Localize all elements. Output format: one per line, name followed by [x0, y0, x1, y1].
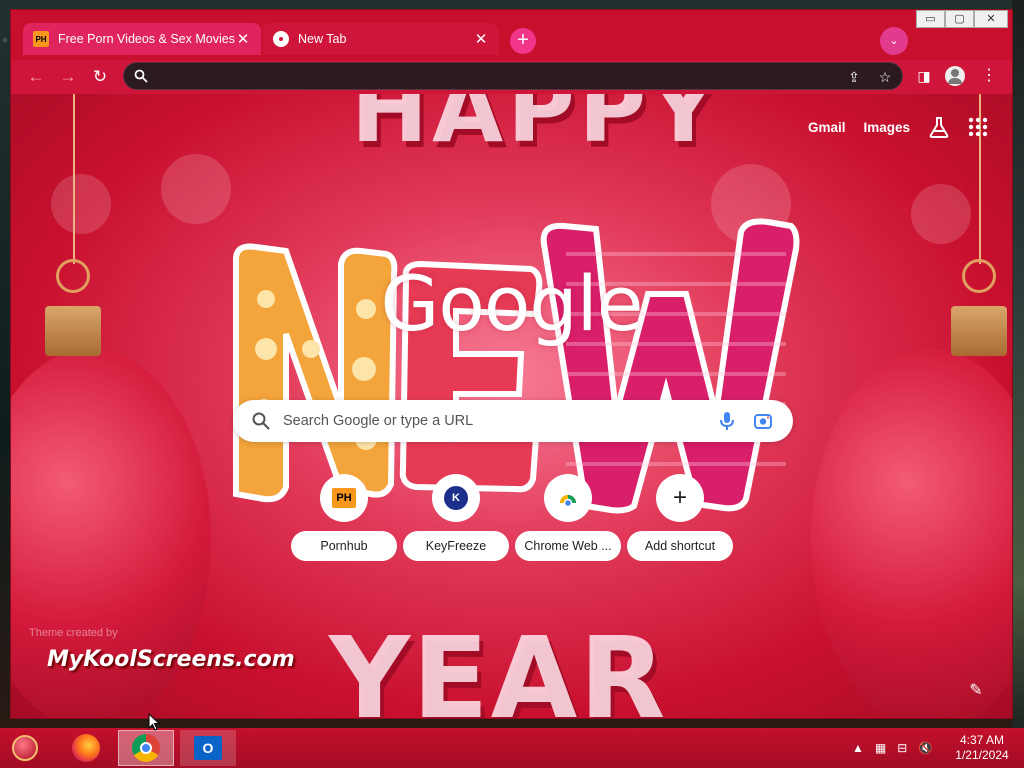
google-logo: Google [380, 259, 643, 348]
windows-taskbar: O ▲ ▦ ⊟ 🔇 4:37 AM 1/21/2024 [0, 728, 1024, 768]
forward-button[interactable]: → [56, 65, 80, 89]
shortcuts-grid: PH Pornhub K KeyFreeze Chrome Web ... + … [291, 474, 741, 564]
system-tray: ▲ ▦ ⊟ 🔇 [852, 728, 944, 768]
search-icon [134, 69, 148, 83]
tab-search-button[interactable]: ⌄ [880, 27, 908, 55]
search-input[interactable] [283, 410, 703, 432]
theme-credit[interactable]: Theme created by [29, 627, 118, 639]
bookmark-star-icon[interactable]: ☆ [876, 68, 894, 86]
shortcut-pornhub[interactable]: PH Pornhub [291, 474, 397, 564]
ornament-string [73, 94, 75, 264]
desktop-edge [1012, 0, 1024, 728]
tray-app-icon[interactable]: ▦ [875, 741, 886, 755]
maximize-button[interactable]: ▢ [945, 10, 974, 28]
start-button[interactable] [0, 730, 50, 766]
google-search-box[interactable] [233, 400, 793, 442]
address-bar[interactable]: ⇪ ☆ [123, 62, 903, 90]
shortcut-tile: K [432, 474, 480, 522]
tab-strip: PH Free Porn Videos & Sex Movies ✕ New T… [11, 10, 1012, 60]
taskbar-firefox[interactable] [58, 730, 114, 766]
tab-close-icon[interactable]: ✕ [473, 30, 489, 48]
google-lens-icon[interactable] [753, 411, 773, 431]
shortcut-label: KeyFreeze [403, 531, 509, 561]
new-tab-page: HAPPY YEAR Gmail Images Google Search Go… [11, 94, 1012, 719]
ntp-top-links: Gmail Images [808, 116, 988, 138]
shortcut-label: Add shortcut [627, 531, 733, 561]
close-window-button[interactable]: ✕ [974, 10, 1008, 28]
tab-title: Free Porn Videos & Sex Movies [58, 32, 235, 46]
pornhub-icon: PH [332, 488, 356, 508]
start-icon [12, 735, 38, 761]
google-apps-icon[interactable] [968, 117, 988, 137]
side-panel-icon[interactable]: ◨ [913, 65, 935, 87]
pornhub-favicon-icon: PH [33, 31, 49, 47]
reload-button[interactable]: ↻ [88, 65, 112, 89]
voice-search-icon[interactable] [717, 410, 737, 432]
labs-flask-icon[interactable] [928, 116, 950, 138]
shortcut-label: Pornhub [291, 531, 397, 561]
shortcut-chrome-web-store[interactable]: Chrome Web ... [515, 474, 621, 564]
shortcut-tile: PH [320, 474, 368, 522]
shortcut-label: Chrome Web ... [515, 531, 621, 561]
clock-date: 1/21/2024 [955, 748, 1009, 762]
bokeh-light [51, 174, 111, 234]
shortcut-tile: + [656, 474, 704, 522]
mouse-cursor-icon [148, 713, 160, 731]
browser-toolbar: ← → ↻ ⇪ ☆ ◨ ⋮ [11, 60, 1012, 94]
firefox-icon [72, 734, 100, 762]
tab-title: New Tab [298, 32, 347, 46]
taskbar-chrome[interactable] [118, 730, 174, 766]
ornament-ball-right [811, 349, 1012, 718]
tab-close-icon[interactable]: ✕ [235, 30, 251, 48]
shortcut-tile [544, 474, 592, 522]
chrome-icon [132, 734, 160, 762]
bokeh-light [911, 184, 971, 244]
keyfreeze-icon: K [444, 486, 468, 510]
taskbar-outlook[interactable]: O [180, 730, 236, 766]
chrome-menu-icon[interactable]: ⋮ [978, 65, 1000, 87]
clock-time: 4:37 AM [959, 733, 1005, 747]
share-icon[interactable]: ⇪ [845, 68, 863, 86]
chrome-favicon-icon [273, 31, 289, 47]
images-link[interactable]: Images [863, 120, 910, 135]
outlook-icon: O [194, 736, 222, 760]
back-button[interactable]: ← [24, 65, 48, 89]
decor-happy-text: HAPPY [351, 94, 721, 163]
address-input[interactable] [156, 67, 836, 87]
taskbar-clock[interactable]: 4:37 AM 1/21/2024 [950, 733, 1014, 763]
shortcut-keyfreeze[interactable]: K KeyFreeze [403, 474, 509, 564]
bokeh-light [161, 154, 231, 224]
search-icon [252, 412, 270, 430]
volume-muted-icon[interactable]: 🔇 [918, 741, 933, 755]
tab-new-tab[interactable]: New Tab ✕ [263, 23, 499, 55]
show-hidden-icons-chevron-icon[interactable]: ▲ [852, 741, 864, 755]
plus-icon: + [672, 484, 687, 511]
new-tab-button[interactable]: + [510, 28, 536, 54]
chrome-web-store-icon [560, 495, 576, 508]
customize-pencil-icon[interactable]: ✎ [964, 679, 988, 703]
decor-year-text: YEAR [329, 614, 668, 719]
chrome-window: PH Free Porn Videos & Sex Movies ✕ New T… [10, 9, 1013, 719]
profile-avatar-icon[interactable] [944, 65, 966, 87]
watermark-text: MyKoolScreens.com [47, 647, 295, 672]
gmail-link[interactable]: Gmail [808, 120, 846, 135]
add-shortcut-button[interactable]: + Add shortcut [627, 474, 733, 564]
tab-pornhub[interactable]: PH Free Porn Videos & Sex Movies ✕ [23, 23, 261, 55]
network-icon[interactable]: ⊟ [897, 741, 907, 755]
minimize-button[interactable]: ▭ [916, 10, 945, 28]
